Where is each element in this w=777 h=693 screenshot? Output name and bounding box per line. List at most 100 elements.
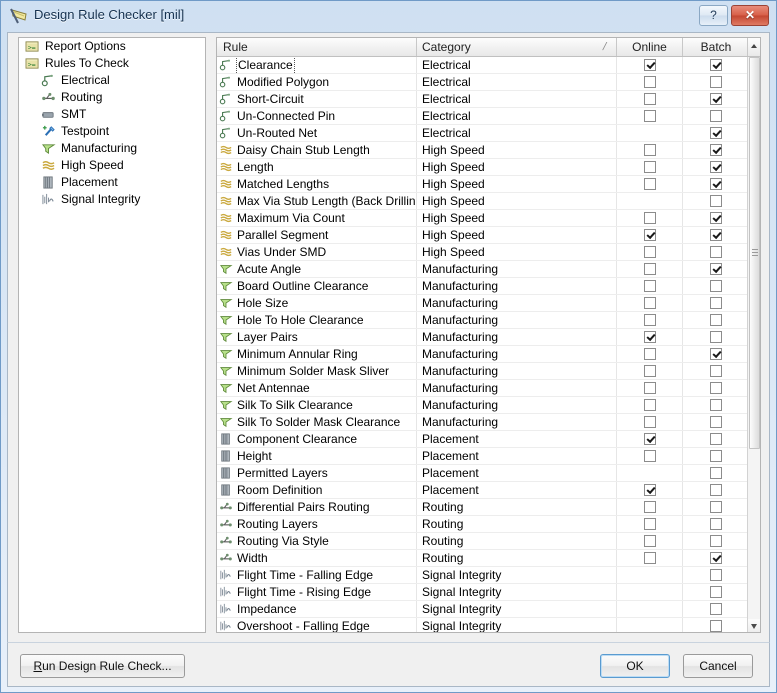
online-checkbox[interactable] [643,365,656,377]
cell-online[interactable] [617,74,683,90]
help-button[interactable]: ? [699,5,728,26]
online-checkbox[interactable] [643,450,656,462]
batch-checkbox[interactable] [710,229,722,241]
sidebar-item-signal-integrity[interactable]: Signal Integrity [19,191,205,208]
cell-rule[interactable]: Room Definition [217,482,417,498]
batch-checkbox[interactable] [710,144,722,156]
table-row[interactable]: Modified Polygon Electrical [217,74,747,91]
batch-checkbox[interactable] [710,399,722,411]
cell-batch[interactable] [683,465,747,481]
batch-checkbox[interactable] [710,620,722,632]
cell-batch[interactable] [683,57,747,73]
table-row[interactable]: Permitted Layers Placement [217,465,747,482]
cell-online[interactable] [617,533,683,549]
cancel-button[interactable]: Cancel [683,654,753,678]
ok-button[interactable]: OK [600,654,670,678]
cell-batch[interactable] [683,295,747,311]
cell-rule[interactable]: Maximum Via Count [217,210,417,226]
cell-rule[interactable]: Net Antennae [217,380,417,396]
online-checkbox[interactable] [643,518,656,530]
cell-online[interactable] [617,125,683,141]
online-checkbox[interactable] [643,314,656,326]
table-row[interactable]: Net Antennae Manufacturing [217,380,747,397]
cell-rule[interactable]: Daisy Chain Stub Length [217,142,417,158]
cell-batch[interactable] [683,176,747,192]
online-checkbox[interactable] [643,348,656,360]
batch-checkbox[interactable] [710,246,722,258]
cell-rule[interactable]: Modified Polygon [217,74,417,90]
batch-checkbox[interactable] [710,76,722,88]
cell-batch[interactable] [683,210,747,226]
table-row[interactable]: Max Via Stub Length (Back Drilling) High… [217,193,747,210]
cell-batch[interactable] [683,261,747,277]
cell-online[interactable] [617,431,683,447]
cell-batch[interactable] [683,193,747,209]
cell-rule[interactable]: Hole Size [217,295,417,311]
online-checkbox[interactable] [643,280,656,292]
cell-online[interactable] [617,397,683,413]
cell-rule[interactable]: Width [217,550,417,566]
table-row[interactable]: Minimum Solder Mask Sliver Manufacturing [217,363,747,380]
cell-batch[interactable] [683,108,747,124]
sidebar-item-high-speed[interactable]: High Speed [19,157,205,174]
batch-checkbox[interactable] [710,518,722,530]
table-row[interactable]: Parallel Segment High Speed [217,227,747,244]
online-checkbox[interactable] [643,399,656,411]
cell-batch[interactable] [683,380,747,396]
column-header-rule[interactable]: Rule [217,38,417,56]
cell-batch[interactable] [683,91,747,107]
table-row[interactable]: Matched Lengths High Speed [217,176,747,193]
batch-checkbox[interactable] [710,59,722,71]
table-row[interactable]: Routing Layers Routing [217,516,747,533]
table-row[interactable]: Silk To Silk Clearance Manufacturing [217,397,747,414]
cell-online[interactable] [617,108,683,124]
cell-online[interactable] [617,465,683,481]
scrollbar-thumb[interactable] [749,57,760,449]
batch-checkbox[interactable] [710,586,722,598]
online-checkbox[interactable] [643,382,656,394]
cell-rule[interactable]: Minimum Annular Ring [217,346,417,362]
table-row[interactable]: Maximum Via Count High Speed [217,210,747,227]
batch-checkbox[interactable] [710,569,722,581]
online-checkbox[interactable] [643,178,656,190]
table-row[interactable]: Flight Time - Rising Edge Signal Integri… [217,584,747,601]
online-checkbox[interactable] [643,416,656,428]
batch-checkbox[interactable] [710,297,722,309]
column-header-category[interactable]: Category [417,38,617,56]
online-checkbox[interactable] [643,501,656,513]
cell-batch[interactable] [683,278,747,294]
sidebar-item-smt[interactable]: SMT [19,106,205,123]
cell-batch[interactable] [683,601,747,617]
batch-checkbox[interactable] [710,501,722,513]
batch-checkbox[interactable] [710,331,722,343]
cell-rule[interactable]: Minimum Solder Mask Sliver [217,363,417,379]
cell-rule[interactable]: Acute Angle [217,261,417,277]
cell-batch[interactable] [683,227,747,243]
close-button[interactable]: ✕ [731,5,769,26]
cell-batch[interactable] [683,448,747,464]
cell-rule[interactable]: Silk To Solder Mask Clearance [217,414,417,430]
cell-batch[interactable] [683,414,747,430]
batch-checkbox[interactable] [710,93,722,105]
cell-rule[interactable]: Flight Time - Rising Edge [217,584,417,600]
cell-batch[interactable] [683,482,747,498]
table-row[interactable]: Acute Angle Manufacturing [217,261,747,278]
table-row[interactable]: Width Routing [217,550,747,567]
cell-online[interactable] [617,91,683,107]
online-checkbox[interactable] [643,93,656,105]
table-row[interactable]: Differential Pairs Routing Routing [217,499,747,516]
online-checkbox[interactable] [643,263,656,275]
cell-rule[interactable]: Matched Lengths [217,176,417,192]
cell-rule[interactable]: Length [217,159,417,175]
cell-rule[interactable]: Max Via Stub Length (Back Drilling) [217,193,417,209]
run-design-rule-check-button[interactable]: Run Design Rule Check... [20,654,185,678]
cell-online[interactable] [617,482,683,498]
cell-online[interactable] [617,278,683,294]
batch-checkbox[interactable] [710,603,722,615]
column-header-online[interactable]: Online [617,38,683,56]
cell-batch[interactable] [683,346,747,362]
header-scroll-up-button[interactable] [747,38,760,56]
online-checkbox[interactable] [643,161,656,173]
cell-rule[interactable]: Height [217,448,417,464]
cell-rule[interactable]: Un-Connected Pin [217,108,417,124]
